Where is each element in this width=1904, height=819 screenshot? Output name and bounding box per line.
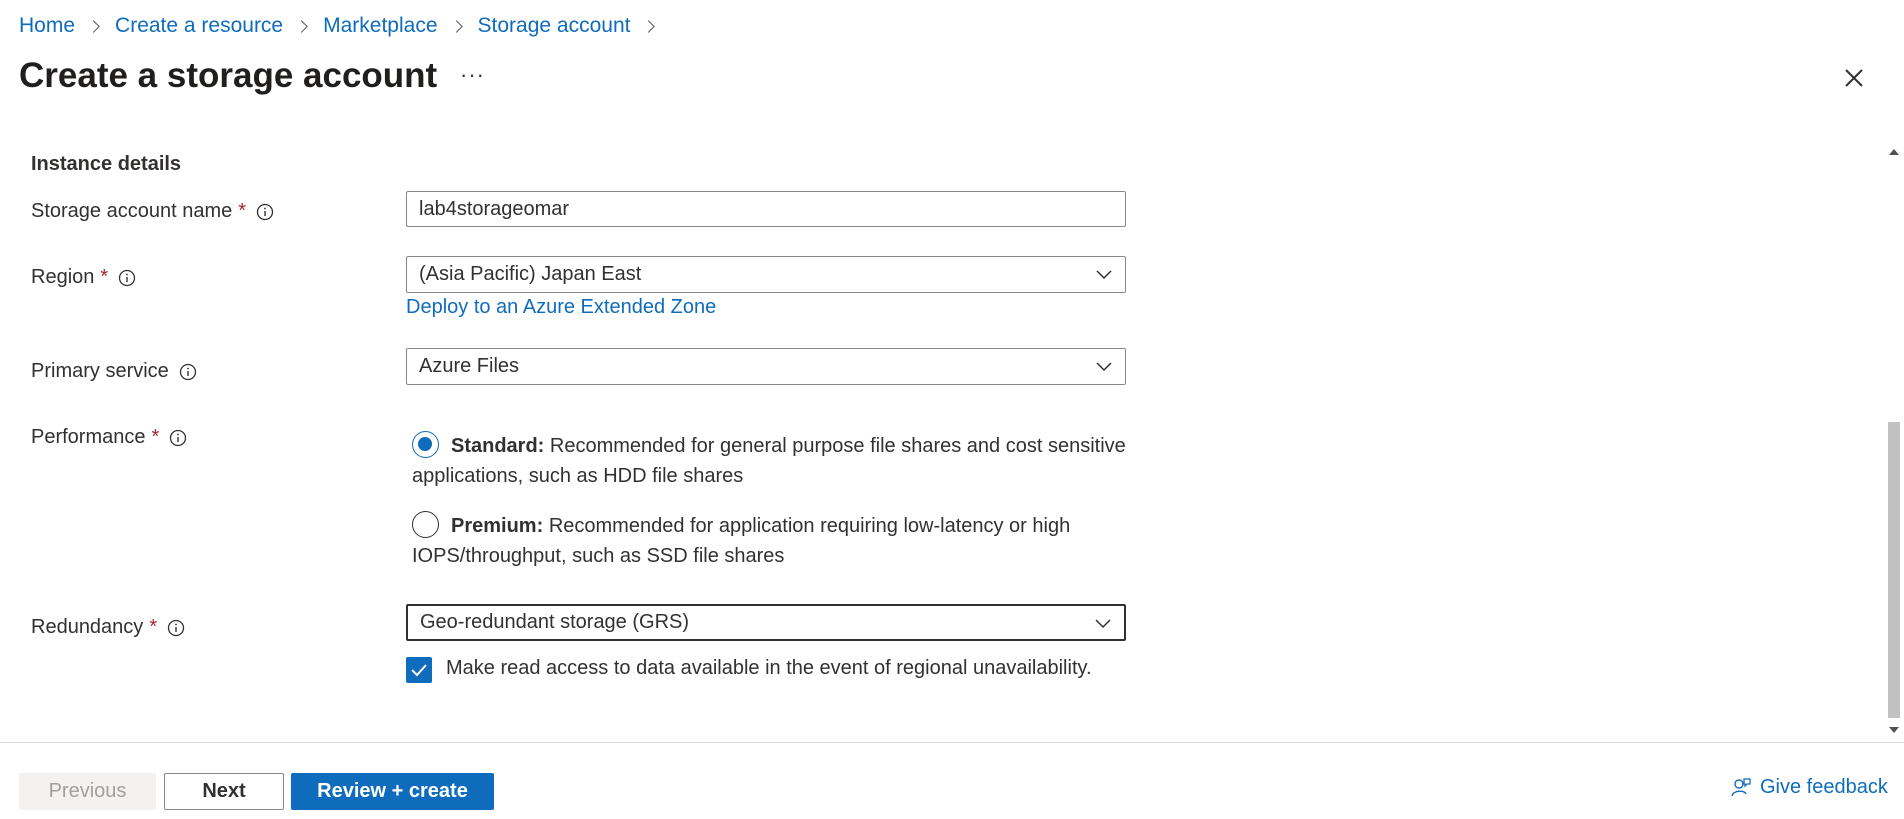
redundancy-dropdown-value: Geo-redundant storage (GRS)	[420, 611, 690, 633]
standard-option-title: Standard:	[451, 435, 545, 457]
read-access-checkbox[interactable]	[406, 657, 432, 683]
scrollbar-thumb[interactable]	[1888, 422, 1900, 718]
next-button[interactable]: Next	[164, 773, 284, 810]
performance-label: Performance *	[31, 426, 187, 449]
scroll-up-arrow-icon[interactable]	[1888, 146, 1900, 158]
chevron-down-icon	[1096, 362, 1112, 372]
standard-radio[interactable]	[412, 431, 439, 458]
chevron-down-icon	[1096, 270, 1112, 280]
primary-service-dropdown-value: Azure Files	[419, 355, 520, 377]
chevron-right-icon	[642, 19, 656, 33]
breadcrumb-home[interactable]: Home	[19, 14, 75, 38]
region-label-text: Region	[31, 266, 95, 288]
info-icon[interactable]	[169, 429, 187, 447]
region-label: Region *	[31, 266, 136, 289]
breadcrumb-storage-account[interactable]: Storage account	[478, 14, 631, 38]
required-marker: *	[151, 426, 160, 448]
breadcrumb: Home Create a resource Marketplace Stora…	[19, 14, 670, 38]
primary-service-dropdown[interactable]: Azure Files	[406, 348, 1126, 385]
more-options-button[interactable]: ···	[460, 62, 485, 88]
info-icon[interactable]	[167, 619, 185, 637]
chevron-right-icon	[449, 19, 463, 33]
scroll-down-arrow-icon[interactable]	[1888, 724, 1900, 736]
premium-radio-label: Premium: Recommended for application req…	[412, 511, 1132, 571]
performance-label-text: Performance	[31, 426, 146, 448]
required-marker: *	[238, 200, 247, 222]
required-marker: *	[100, 266, 109, 288]
chevron-down-icon	[1095, 619, 1111, 629]
info-icon[interactable]	[256, 203, 274, 221]
breadcrumb-marketplace[interactable]: Marketplace	[323, 14, 437, 38]
premium-radio[interactable]	[412, 511, 439, 538]
feedback-icon	[1731, 777, 1751, 796]
storage-account-name-input[interactable]: lab4storageomar	[406, 191, 1126, 227]
page-title: Create a storage account	[19, 56, 438, 95]
standard-radio-label: Standard: Recommended for general purpos…	[412, 431, 1132, 491]
footer-divider	[0, 742, 1904, 743]
deploy-extended-zone-link[interactable]: Deploy to an Azure Extended Zone	[406, 296, 716, 319]
chevron-right-icon	[295, 19, 308, 33]
region-dropdown[interactable]: (Asia Pacific) Japan East	[406, 256, 1126, 293]
performance-option-standard[interactable]: Standard: Recommended for general purpos…	[412, 431, 1132, 491]
read-access-checkbox-label: Make read access to data available in th…	[446, 657, 1092, 679]
give-feedback-link[interactable]: Give feedback	[1730, 776, 1888, 799]
section-title-instance-details: Instance details	[31, 153, 182, 175]
info-icon[interactable]	[179, 363, 197, 381]
primary-service-label: Primary service	[31, 360, 197, 383]
required-marker: *	[149, 616, 158, 638]
review-create-button[interactable]: Review + create	[291, 773, 494, 810]
primary-service-label-text: Primary service	[31, 360, 169, 382]
premium-option-title: Premium:	[451, 515, 544, 537]
region-dropdown-value: (Asia Pacific) Japan East	[419, 263, 642, 285]
redundancy-label-text: Redundancy	[31, 616, 144, 638]
checkmark-icon	[411, 664, 427, 677]
info-icon[interactable]	[118, 269, 136, 287]
redundancy-label: Redundancy *	[31, 616, 185, 639]
redundancy-dropdown[interactable]: Geo-redundant storage (GRS)	[406, 604, 1126, 641]
vertical-scrollbar[interactable]	[1884, 140, 1904, 742]
close-icon[interactable]	[1840, 64, 1868, 92]
performance-option-premium[interactable]: Premium: Recommended for application req…	[412, 511, 1132, 571]
storage-account-name-label: Storage account name *	[31, 200, 274, 223]
chevron-right-icon	[87, 19, 100, 33]
give-feedback-label: Give feedback	[1760, 776, 1888, 798]
previous-button[interactable]: Previous	[19, 773, 156, 810]
breadcrumb-create-resource[interactable]: Create a resource	[115, 14, 283, 38]
storage-account-name-label-text: Storage account name	[31, 200, 233, 222]
